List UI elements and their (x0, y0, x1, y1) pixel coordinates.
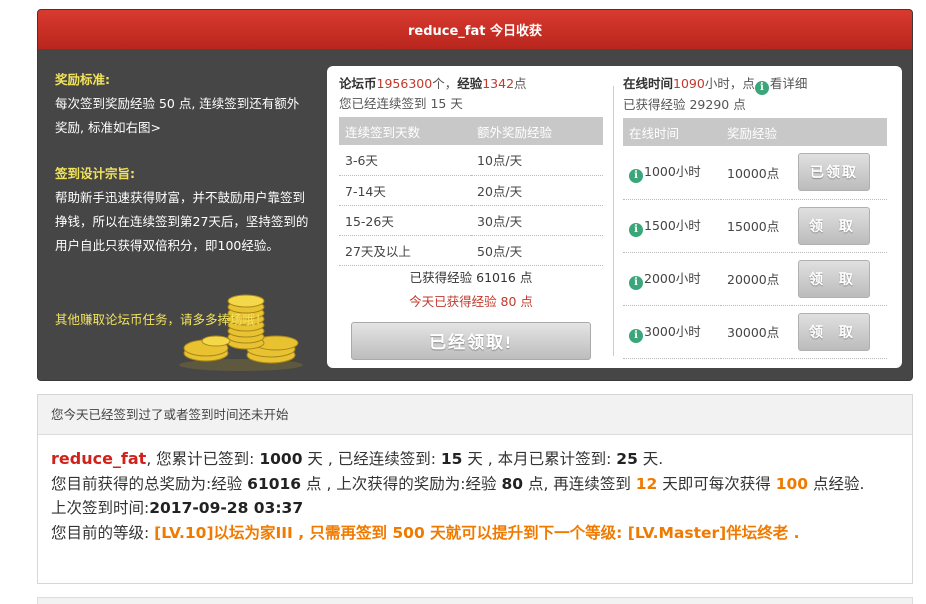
table-row: i 1000小时 10000点 已领取 (623, 146, 887, 200)
username-link[interactable]: reduce_fat (51, 449, 146, 468)
today-exp-text: 今天已获得经验 80 点 (409, 293, 533, 309)
reward-summary-line: 您目前获得的总奖励为:经验 61016 点 , 上次获得的奖励为:经验 80 点… (51, 474, 865, 493)
more-tasks-text: 其他赚取论坛币任务，请多多捧场哦！ (55, 312, 268, 327)
table-row: i 1500小时 15000点 领 取 (623, 199, 887, 253)
notice-header: 您今天已经签到过了或者签到时间还未开始 (38, 395, 912, 435)
design-title: 签到设计宗旨: (55, 166, 135, 181)
reward-info: 奖励标准: 每次签到奖励经验 50 点, 连续签到还有额外奖励, 标准如右图> … (55, 68, 310, 280)
signin-stats-box: 论坛币1956300个，经验1342点 您已经连续签到 15 天 连续签到天数 … (327, 66, 902, 368)
table-header (791, 118, 887, 146)
table-row: 15-26天 30点/天 (339, 205, 603, 236)
signin-panel: reduce_fat 今日收获 奖励标准: 每次签到奖励经验 50 点, 连续签… (37, 9, 913, 381)
table-header: 在线时间 (623, 118, 721, 146)
online-reward-table: 在线时间 奖励经验 i 1000小时 10000点 已领取 i 1500小时 150… (623, 118, 887, 359)
claimed-button[interactable]: 已经领取! (351, 321, 591, 360)
table-header: 奖励经验 (721, 118, 792, 146)
table-row: i 3000小时 30000点 领 取 (623, 305, 887, 359)
signin-column: 论坛币1956300个，经验1342点 您已经连续签到 15 天 连续签到天数 … (339, 74, 603, 360)
claim-button[interactable]: 领 取 (797, 312, 870, 351)
info-icon: i (629, 222, 643, 237)
online-earned-text: 已获得经验 29290 点 (623, 97, 746, 112)
table-row: i 2000小时 20000点 领 取 (623, 252, 887, 306)
design-text: 帮助新手迅速获得财富，并不鼓励用户靠签到挣钱，所以在连续签到第27天后，坚持签到… (55, 190, 309, 253)
table-header: 连续签到天数 (339, 117, 471, 145)
table-row: 3-6天 10点/天 (339, 145, 603, 176)
reward-text: 每次签到奖励经验 50 点, 连续签到还有额外奖励, 标准如右图> (55, 96, 300, 135)
streak-text: 您已经连续签到 15 天 (339, 96, 463, 111)
notice-body: reduce_fat, 您累计已签到: 1000 天 , 已经连续签到: 15 … (38, 435, 912, 557)
signin-summary-line: reduce_fat, 您累计已签到: 1000 天 , 已经连续签到: 15 … (51, 449, 664, 468)
claim-button[interactable]: 领 取 (797, 206, 870, 245)
exp-value: 1342 (482, 76, 515, 91)
signin-notice-box: 您今天已经签到过了或者签到时间还未开始 reduce_fat, 您累计已签到: … (37, 394, 913, 584)
info-icon: i (629, 169, 643, 184)
claimed-reward-button[interactable]: 已领取 (797, 153, 870, 192)
online-column: 在线时间1090小时，点 i 看详细 已获得经验 29290 点 在线时间 奖励经验… (623, 74, 887, 359)
column-divider (613, 86, 614, 356)
next-section-edge (37, 597, 913, 604)
panel-title: reduce_fat 今日收获 (38, 10, 912, 49)
streak-bonus-table: 连续签到天数 额外奖励经验 3-6天 10点/天 7-14天 20点/天 15-26… (339, 117, 603, 266)
table-header: 额外奖励经验 (471, 117, 603, 145)
coins-value: 1956300 (376, 76, 433, 91)
gold-coins-icon (179, 294, 303, 371)
total-exp-text: 已获得经验 61016 点 (409, 269, 533, 285)
view-details-link[interactable]: 看详细 (770, 76, 808, 91)
level-line: 您目前的等级: [LV.10]以坛为家III , 只需再签到 500 天就可以提… (51, 523, 800, 542)
coins-exp-line: 论坛币1956300个，经验1342点 (339, 76, 527, 91)
info-icon: i (629, 328, 643, 343)
reward-title: 奖励标准: (55, 72, 110, 87)
info-icon[interactable]: i (754, 81, 769, 95)
table-row: 7-14天 20点/天 (339, 175, 603, 206)
table-row: 27天及以上 50点/天 (339, 235, 603, 266)
last-signin-line: 上次签到时间:2017-09-28 03:37 (51, 499, 304, 517)
info-icon: i (629, 275, 643, 290)
level-text: [LV.10]以坛为家III , 只需再签到 500 天就可以提升到下一个等级:… (154, 523, 800, 542)
online-time-line: 在线时间1090小时，点 i 看详细 (623, 76, 808, 95)
claim-button[interactable]: 领 取 (797, 259, 870, 298)
online-time-value: 1090 (673, 76, 705, 91)
